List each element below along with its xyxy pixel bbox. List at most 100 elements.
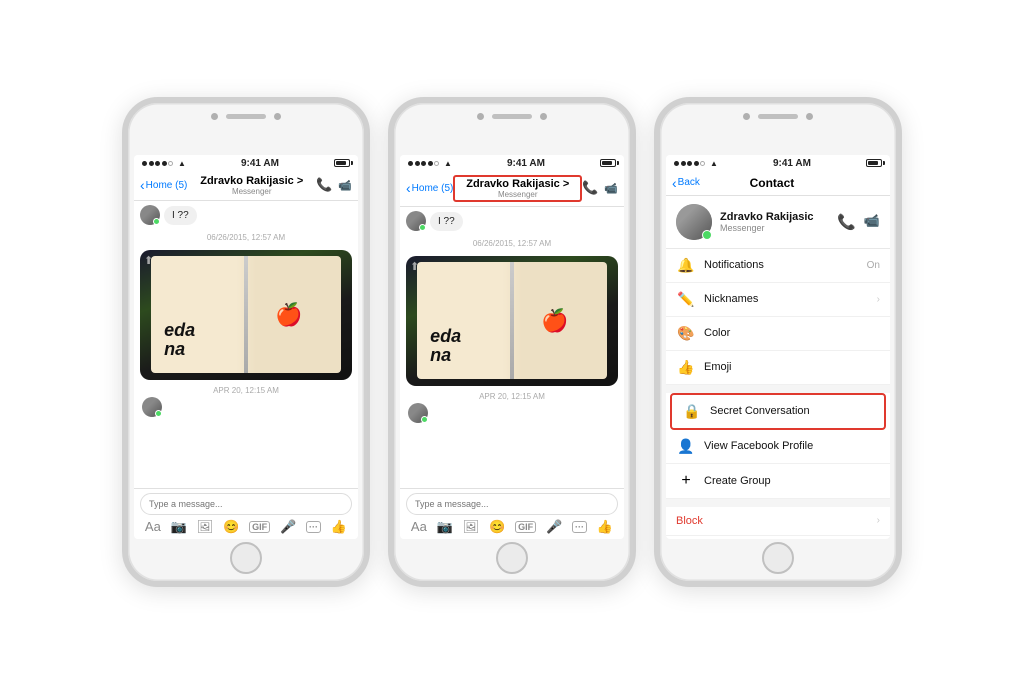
back-label[interactable]: Home (5) (146, 180, 188, 191)
phone-1-nav-title[interactable]: Zdravko Rakijasic > (187, 175, 316, 187)
phone-3-camera (743, 113, 750, 120)
avatar-wrap-2 (406, 211, 426, 231)
phone-3-home[interactable] (762, 542, 794, 574)
message-text-2: I ?? (438, 216, 455, 227)
contact-header: Zdravko Rakijasic Messenger 📞 📹 (666, 196, 890, 249)
color-label: Color (704, 327, 880, 339)
phone-3: ▲ 9:41 AM ‹ Back Contact (654, 97, 902, 587)
message-input-2[interactable] (406, 493, 618, 515)
phone-2-nav-center[interactable]: Zdravko Rakijasic > Messenger (453, 175, 582, 202)
dot-3-5 (700, 161, 705, 166)
font-icon-2[interactable]: Aa (411, 519, 427, 534)
image-icon[interactable]: 🖼 (197, 519, 214, 535)
mic-icon[interactable]: 🎤 (280, 519, 296, 535)
book-text-right-2: 🍎 (512, 271, 598, 370)
settings-item-notifications[interactable]: 🔔 Notifications On (666, 249, 890, 283)
settings-item-color[interactable]: 🎨 Color (666, 317, 890, 351)
emoji-icon[interactable]: 😊 (223, 519, 239, 535)
notifications-label: Notifications (704, 259, 859, 271)
phone-3-status-bar: ▲ 9:41 AM (666, 155, 890, 171)
more-icon[interactable]: ··· (306, 521, 321, 533)
phone-2-camera-2 (540, 113, 547, 120)
book-spine-2 (510, 262, 514, 379)
gif-icon[interactable]: GIF (249, 521, 270, 533)
wifi-label-3: ▲ (710, 159, 718, 168)
settings-item-emoji[interactable]: 👍 Emoji (666, 351, 890, 385)
message-bubble-2: I ?? (430, 212, 463, 231)
chat-date-bottom-1: APR 20, 12:15 AM (140, 386, 352, 395)
phone-1-back-btn[interactable]: ‹ Home (5) (140, 178, 187, 192)
video-icon[interactable]: 📹 (338, 179, 352, 192)
contact-phone-icon[interactable]: 📞 (837, 213, 856, 231)
like-icon[interactable]: 👍 (331, 519, 347, 535)
settings-item-group[interactable]: + Create Group (666, 464, 890, 499)
secret-label: Secret Conversation (710, 405, 874, 417)
back-label-3[interactable]: Back (678, 177, 700, 188)
message-input-row-1 (140, 493, 352, 515)
block-chevron: › (877, 515, 880, 526)
camera-icon-2[interactable]: 📷 (437, 519, 453, 535)
more-icon-2[interactable]: ··· (572, 521, 587, 533)
phone-icon-2[interactable]: 📞 (582, 180, 598, 196)
chat-image-1: eda na 🍎 ⬆ (140, 250, 352, 380)
phone-1-home[interactable] (230, 542, 262, 574)
lock-icon: 🔒 (682, 403, 702, 420)
camera-icon[interactable]: 📷 (171, 519, 187, 535)
like-icon-2[interactable]: 👍 (597, 519, 613, 535)
phone-3-side-right (896, 193, 899, 229)
contact-video-icon[interactable]: 📹 (864, 213, 880, 231)
phones-container: ▲ 9:41 AM ‹ Home (5) Zdravko Rakijasic > (102, 77, 922, 607)
phone-2-nav-title[interactable]: Zdravko Rakijasic > (458, 178, 577, 190)
phone-1-nav-bar: ‹ Home (5) Zdravko Rakijasic > Messenger… (134, 171, 358, 201)
bell-icon: 🔔 (676, 257, 696, 274)
online-dot-2 (419, 224, 426, 231)
book-visual-2: eda na 🍎 (417, 262, 608, 379)
image-icon-2[interactable]: 🖼 (463, 519, 480, 535)
separator-2 (666, 499, 890, 507)
status-right-2 (600, 159, 616, 167)
back-label-2[interactable]: Home (5) (412, 183, 454, 194)
gif-icon-2[interactable]: GIF (515, 521, 536, 533)
back-arrow-icon-2: ‹ (406, 181, 411, 195)
nicknames-label: Nicknames (704, 293, 869, 305)
phone-3-screen: ▲ 9:41 AM ‹ Back Contact (666, 155, 890, 539)
contact-actions: 📞 📹 (837, 213, 880, 231)
settings-item-profile[interactable]: 👤 View Facebook Profile (666, 430, 890, 464)
dot-3-3 (687, 161, 692, 166)
phone-2-top-bar (477, 113, 547, 120)
wifi-label: ▲ (178, 159, 186, 168)
phone-2-input-bar: Aa 📷 🖼 😊 GIF 🎤 ··· 👍 (400, 488, 624, 539)
dot-2-1 (408, 161, 413, 166)
font-icon[interactable]: Aa (145, 519, 161, 534)
phone-1: ▲ 9:41 AM ‹ Home (5) Zdravko Rakijasic > (122, 97, 370, 587)
phone-2-home[interactable] (496, 542, 528, 574)
avatar-wrap-bottom-1 (142, 397, 162, 417)
mic-icon-2[interactable]: 🎤 (546, 519, 562, 535)
settings-item-nicknames[interactable]: ✏️ Nicknames › (666, 283, 890, 317)
phone-1-nav-subtitle: Messenger (187, 187, 316, 196)
settings-item-secret[interactable]: 🔒 Secret Conversation (670, 393, 886, 430)
signal-dots-2 (408, 161, 439, 166)
phone-2-back-btn[interactable]: ‹ Home (5) (406, 181, 453, 195)
message-input-1[interactable] (140, 493, 352, 515)
settings-item-block[interactable]: Block › (666, 507, 890, 536)
phone-icon[interactable]: 📞 (316, 177, 332, 193)
back-arrow-3: ‹ (672, 175, 677, 191)
phone-2-side-left (391, 183, 394, 207)
contact-back-btn[interactable]: ‹ Back (672, 175, 700, 191)
video-icon-2[interactable]: 📹 (604, 182, 618, 195)
toolbar-row-2: Aa 📷 🖼 😊 GIF 🎤 ··· 👍 (406, 519, 618, 535)
book-bold-1: eda (164, 321, 242, 341)
online-dot-bottom-1 (155, 410, 162, 417)
battery-icon-3 (866, 159, 882, 167)
phone-1-nav-center: Zdravko Rakijasic > Messenger (187, 175, 316, 196)
status-right (334, 159, 350, 167)
message-text-1: I ?? (172, 210, 189, 221)
share-icon-overlay-2: ⬆ (410, 260, 419, 273)
phone-1-top-bar (211, 113, 281, 120)
back-arrow-icon: ‹ (140, 178, 145, 192)
dot3 (155, 161, 160, 166)
emoji-icon-2[interactable]: 😊 (489, 519, 505, 535)
dot-2-4 (428, 161, 433, 166)
profile-label: View Facebook Profile (704, 440, 880, 452)
